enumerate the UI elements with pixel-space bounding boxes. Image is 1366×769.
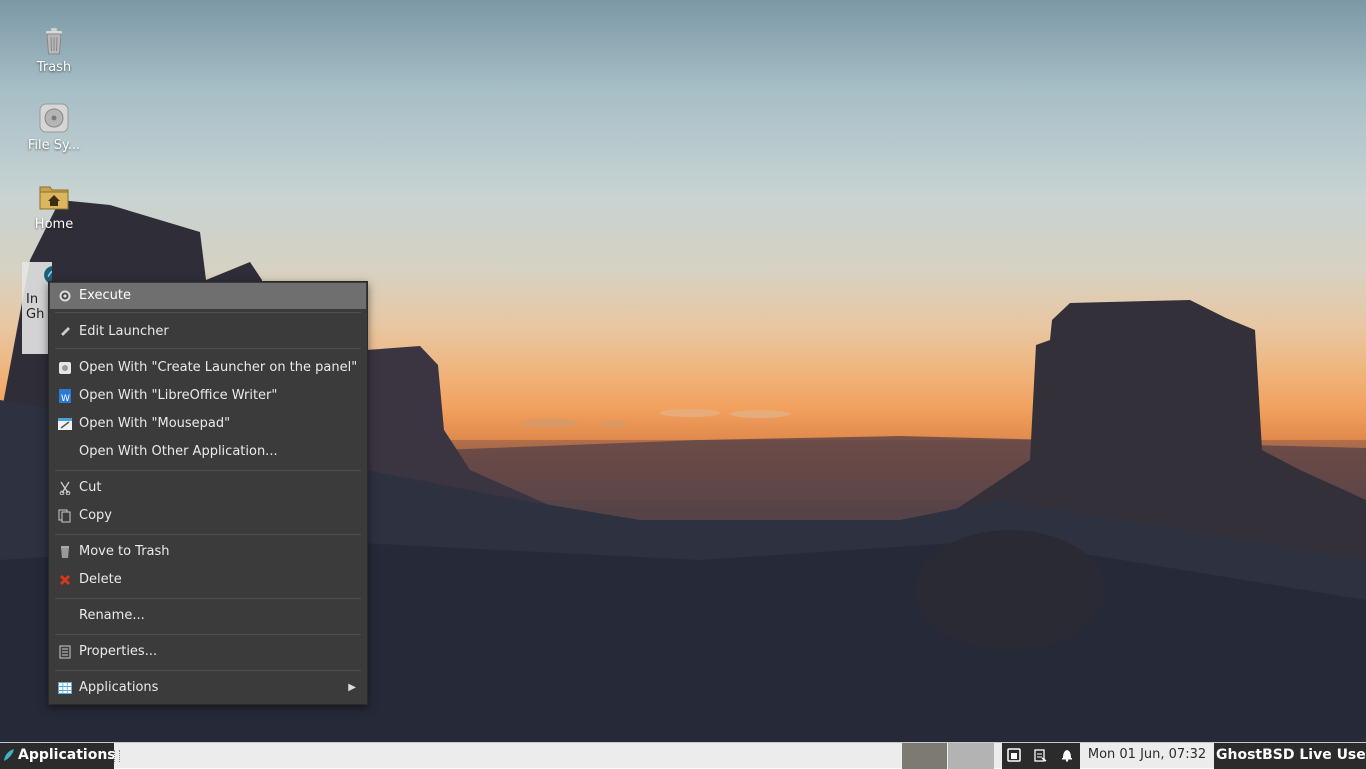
menu-separator [55, 312, 361, 313]
desktop-icon-filesystem[interactable]: File Sy... [15, 102, 93, 153]
menu-item-label: Properties... [79, 644, 158, 659]
menu-separator [55, 348, 361, 349]
workspace-2[interactable] [948, 743, 994, 769]
clock[interactable]: Mon 01 Jun, 07:32 [1080, 743, 1214, 769]
svg-text:W: W [61, 394, 70, 403]
menu-item-cut[interactable]: Cut [50, 475, 366, 501]
menu-item-label: Rename... [79, 608, 145, 623]
menu-separator [55, 670, 361, 671]
menu-separator [55, 598, 361, 599]
desktop-icon-trash[interactable]: Trash [15, 24, 93, 75]
menu-item-label: Cut [79, 480, 102, 495]
menu-item-label: Move to Trash [79, 544, 170, 559]
desktop-icon-label: Trash [36, 60, 72, 75]
gear-icon [59, 290, 71, 302]
applications-grid-icon [58, 682, 72, 694]
system-tray [1002, 743, 1080, 769]
menu-item-label: Open With Other Application... [79, 444, 278, 459]
menu-item-execute[interactable]: Execute [50, 283, 366, 309]
panel-handle[interactable] [114, 750, 120, 762]
menu-item-label: Copy [79, 508, 112, 523]
menu-item-label: Delete [79, 572, 122, 587]
applications-menu-button[interactable]: Applications [0, 743, 116, 769]
properties-icon [59, 645, 71, 659]
launcher-icon [59, 362, 71, 374]
menu-item-move-to-trash[interactable]: Move to Trash [50, 539, 366, 565]
trash-icon [46, 28, 62, 55]
menu-item-rename[interactable]: Rename... [50, 603, 366, 629]
desktop-icon-label: Home [34, 217, 74, 232]
submenu-arrow-icon: ▶ [348, 682, 356, 693]
menu-separator [55, 634, 361, 635]
writer-icon: W [59, 389, 71, 403]
menu-item-open-with-create-launcher[interactable]: Open With "Create Launcher on the panel" [50, 355, 366, 381]
menu-item-properties[interactable]: Properties... [50, 639, 366, 665]
menu-item-label: Applications [79, 680, 159, 695]
trash-icon [61, 546, 69, 558]
menu-item-edit-launcher[interactable]: Edit Launcher [50, 319, 366, 345]
user-menu[interactable]: GhostBSD Live User [1214, 743, 1366, 769]
menu-item-open-with-mousepad[interactable]: Open With "Mousepad" [50, 411, 366, 437]
mousepad-icon [58, 418, 72, 430]
pencil-icon [60, 327, 70, 337]
network-icon[interactable] [1007, 748, 1021, 762]
desktop-icon-home[interactable]: Home [15, 181, 93, 232]
filesystem-icon [39, 103, 69, 133]
menu-separator [55, 470, 361, 471]
menu-item-label: Open With "Create Launcher on the panel" [79, 360, 358, 375]
clipboard-icon[interactable] [1033, 748, 1047, 762]
desktop-icon-label: File Sy... [27, 138, 81, 153]
home-folder-icon [39, 186, 69, 210]
menu-separator [55, 534, 361, 535]
workspace-1[interactable] [902, 743, 947, 769]
delete-icon [59, 574, 71, 586]
copy-icon [58, 509, 71, 523]
menu-item-copy[interactable]: Copy [50, 503, 366, 529]
taskbar: Applications Mon 01 Jun, 07:32 GhostBSD … [0, 742, 1366, 769]
ghostbsd-leaf-icon [4, 749, 14, 761]
scissors-icon [59, 481, 71, 495]
menu-item-label: Open With "Mousepad" [79, 416, 231, 431]
menu-item-label: Execute [79, 288, 131, 303]
menu-item-open-with-writer[interactable]: W Open With "LibreOffice Writer" [50, 383, 366, 409]
menu-item-open-with-other[interactable]: Open With Other Application... [50, 439, 366, 465]
applications-label: Applications [18, 747, 116, 763]
notification-bell-icon[interactable] [1060, 748, 1074, 762]
menu-item-applications[interactable]: Applications ▶ [50, 675, 366, 701]
context-menu: Execute Edit Launcher Open With "Create … [48, 281, 368, 705]
menu-item-delete[interactable]: Delete [50, 567, 366, 593]
menu-item-label: Edit Launcher [79, 324, 169, 339]
menu-item-label: Open With "LibreOffice Writer" [79, 388, 278, 403]
